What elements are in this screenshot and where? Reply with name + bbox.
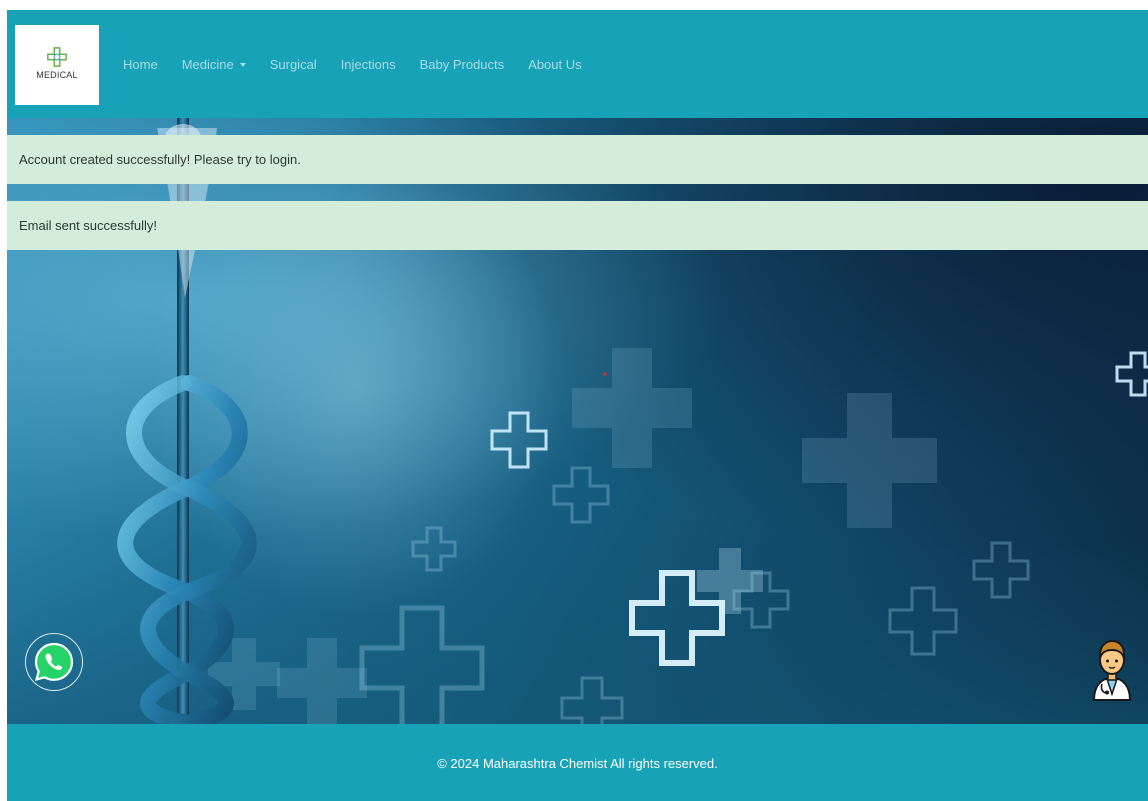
whatsapp-button[interactable] xyxy=(25,633,83,691)
brand-logo-text: MEDICAL xyxy=(36,69,78,80)
medical-cross-logo-icon xyxy=(47,46,67,67)
page: MEDICAL . Home Medicine Surgical Injecti… xyxy=(7,10,1148,801)
nav-links: Home Medicine Surgical Injections Baby P… xyxy=(123,57,606,72)
footer-copyright: © 2024 Maharashtra Chemist All rights re… xyxy=(437,756,718,771)
doctor-avatar-icon xyxy=(1092,639,1132,701)
nav-baby-products[interactable]: Baby Products xyxy=(420,57,505,72)
alert-message: Account created successfully! Please try… xyxy=(19,152,301,167)
caret-down-icon xyxy=(239,63,246,67)
nav-surgical[interactable]: Surgical xyxy=(270,57,317,72)
nav-injections[interactable]: Injections xyxy=(341,57,396,72)
nav-medicine-dropdown[interactable]: Medicine xyxy=(182,57,246,72)
brand-logo[interactable]: MEDICAL . xyxy=(15,25,99,105)
nav-about-us[interactable]: About Us xyxy=(528,57,581,72)
navbar: MEDICAL . Home Medicine Surgical Injecti… xyxy=(7,10,1148,118)
footer: © 2024 Maharashtra Chemist All rights re… xyxy=(7,724,1148,801)
whatsapp-icon xyxy=(34,642,74,682)
success-alert-account-created: Account created successfully! Please try… xyxy=(7,135,1148,184)
success-alert-email-sent: Email sent successfully! xyxy=(7,201,1148,250)
alert-message: Email sent successfully! xyxy=(19,218,157,233)
nav-home[interactable]: Home xyxy=(123,57,158,72)
doctor-chat-button[interactable] xyxy=(1090,638,1134,702)
